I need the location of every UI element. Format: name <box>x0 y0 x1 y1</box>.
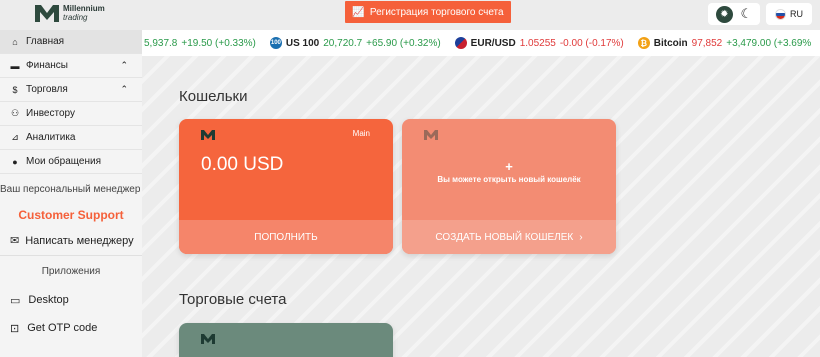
eu-us-flag-icon <box>454 37 467 49</box>
register-account-button[interactable]: 📈 Регистрация торгового счета <box>345 1 511 23</box>
wallet-card[interactable]: Main 0.00 USD ПОПОЛНИТЬ <box>179 119 393 254</box>
ticker-item[interactable]: 100 US 100 20,720.7 +65.90 (+0.32%) <box>269 37 441 49</box>
ticker-price: 1.05255 <box>519 37 556 49</box>
new-wallet-hint: Вы можете открыть новый кошелёк <box>437 175 581 184</box>
wallets-title: Кошельки <box>179 88 248 105</box>
ticker-change: +19.50 (+0.33%) <box>181 37 256 49</box>
sidebar-item-trading[interactable]: $ Торговля ⌃ <box>0 78 142 102</box>
brand-mark-icon <box>201 130 215 140</box>
sidebar-item-investor[interactable]: ⚇ Инвестору <box>0 102 142 126</box>
trading-account-card[interactable] <box>179 323 393 357</box>
sidebar-item-label: Торговля <box>26 84 68 95</box>
us100-icon: 100 <box>269 37 282 49</box>
ticker-symbol: EUR/USD <box>470 37 516 49</box>
chevron-up-icon: ⌃ <box>120 60 128 70</box>
sidebar-item-home[interactable]: ⌂ Главная <box>0 30 142 54</box>
logo-text: Millennium trading <box>63 4 105 22</box>
chat-icon: ● <box>12 156 18 167</box>
robot-icon: ⊡ <box>10 322 20 335</box>
market-ticker: 5,937.8 +19.50 (+0.33%) 100 US 100 20,72… <box>142 30 820 56</box>
ticker-change: -0.00 (-0.17%) <box>559 37 624 49</box>
customer-support-link[interactable]: Customer Support <box>0 204 142 226</box>
manager-section-title: Ваш персональный менеджер <box>0 183 141 195</box>
russia-flag-icon <box>775 8 786 20</box>
wallet-balance: 0.00 USD <box>201 154 284 175</box>
sidebar-item-label: Аналитика <box>26 132 76 143</box>
sidebar-item-label: Главная <box>26 36 65 47</box>
top-bar: Millennium trading 📈 Регистрация торгово… <box>0 0 820 30</box>
create-wallet-button[interactable]: СОЗДАТЬ НОВЫЙ КОШЕЛЕК › <box>402 220 616 254</box>
language-selector[interactable]: RU <box>766 3 812 25</box>
trading-accounts-title: Торговые счета <box>179 291 287 308</box>
ticker-symbol: Bitcoin <box>653 37 688 49</box>
ticker-item[interactable]: ₿ Bitcoin 97,852 +3,479.00 (+3.69% <box>637 37 812 49</box>
ticker-price: 97,852 <box>691 37 723 49</box>
apps-section-title: Приложения <box>41 265 101 277</box>
deposit-label: ПОПОЛНИТЬ <box>254 231 318 243</box>
desktop-icon: ▭ <box>10 294 21 307</box>
logo[interactable]: Millennium trading <box>34 3 105 23</box>
chevron-right-icon: › <box>579 231 583 243</box>
new-wallet-card-body: + Вы можете открыть новый кошелёк <box>402 119 616 220</box>
brand-mark-icon <box>424 130 438 140</box>
ticker-price: 20,720.7 <box>323 37 363 49</box>
chart-icon: ⊿ <box>11 132 19 142</box>
sun-icon[interactable]: ✹ <box>715 5 733 23</box>
deposit-button[interactable]: ПОПОЛНИТЬ <box>179 220 393 254</box>
create-wallet-label: СОЗДАТЬ НОВЫЙ КОШЕЛЕК <box>435 231 574 243</box>
theme-toggle[interactable]: ✹ ☾ <box>708 3 760 25</box>
sidebar-item-label: Финансы <box>26 60 68 71</box>
logo-text-bottom: trading <box>63 13 88 22</box>
ticker-item[interactable]: EUR/USD 1.05255 -0.00 (-0.17%) <box>454 37 624 49</box>
bitcoin-icon: ₿ <box>637 37 650 49</box>
users-icon: ⚇ <box>10 108 20 118</box>
home-icon: ⌂ <box>12 36 18 47</box>
app-item-desktop[interactable]: ▭ Desktop <box>0 286 142 314</box>
brand-mark-icon <box>201 334 215 344</box>
sidebar-item-analytics[interactable]: ⊿ Аналитика <box>0 126 142 150</box>
chevron-up-icon: ⌃ <box>120 84 128 94</box>
sidebar-item-label: Инвестору <box>26 108 75 119</box>
chart-line-icon: 📈 <box>352 6 365 18</box>
app-item-label: Get OTP code <box>27 322 98 334</box>
ticker-item[interactable]: 5,937.8 +19.50 (+0.33%) <box>144 38 256 49</box>
ticker-change: +3,479.00 (+3.69% <box>726 37 812 49</box>
main-content: Кошельки Main 0.00 USD ПОПОЛНИТЬ + Вы мо… <box>142 56 820 357</box>
ticker-change: +65.90 (+0.32%) <box>366 37 441 49</box>
app-item-label: Desktop <box>28 294 69 306</box>
wallet-card-body: Main 0.00 USD <box>179 119 393 220</box>
envelope-icon: ✉ <box>10 235 20 247</box>
sidebar-item-requests[interactable]: ● Мои обращения <box>0 150 142 174</box>
ticker-symbol: US 100 <box>285 37 320 49</box>
ticker-price: 5,937.8 <box>144 37 178 49</box>
sidebar-item-finance[interactable]: ▬ Финансы ⌃ <box>0 54 142 78</box>
register-account-label: Регистрация торгового счета <box>369 6 504 18</box>
write-manager-label: Написать менеджеру <box>25 234 134 247</box>
app-item-otp[interactable]: ⊡ Get OTP code <box>0 314 142 342</box>
moon-icon[interactable]: ☾ <box>741 6 753 22</box>
new-wallet-card[interactable]: + Вы можете открыть новый кошелёк СОЗДАТ… <box>402 119 616 254</box>
plus-icon: + <box>505 159 513 174</box>
logo-mark-icon <box>35 5 59 22</box>
wallet-icon: ▬ <box>10 60 20 71</box>
logo-text-top: Millennium <box>63 4 105 13</box>
wallet-tag: Main <box>352 129 370 138</box>
dollar-icon: $ <box>12 84 18 95</box>
sidebar: ⌂ Главная ▬ Финансы ⌃ $ Торговля ⌃ ⚇ Инв… <box>0 30 142 357</box>
write-manager-button[interactable]: ✉ Написать менеджеру <box>0 226 142 256</box>
sidebar-item-label: Мои обращения <box>26 156 101 167</box>
language-label: RU <box>790 9 803 19</box>
